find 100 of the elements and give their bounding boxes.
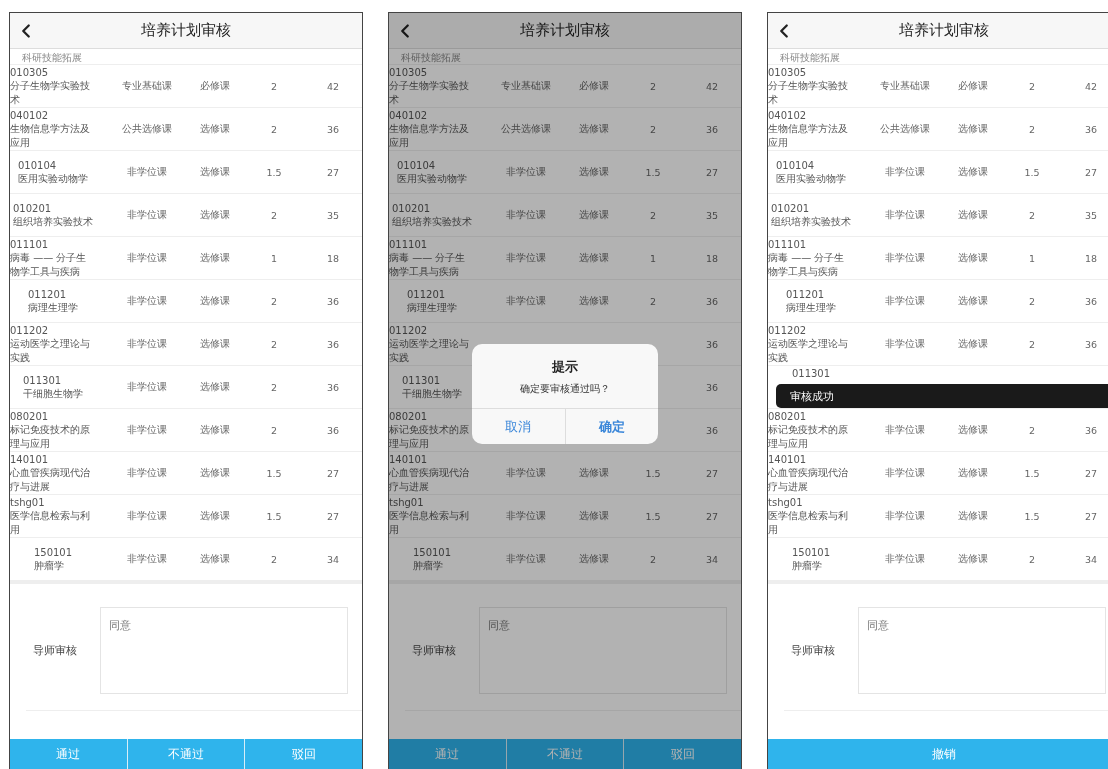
credits-cell-text: 1 bbox=[648, 252, 657, 264]
course-category-cell-text: 必修课 bbox=[199, 79, 231, 93]
credits-cell-text: 1 bbox=[269, 252, 278, 264]
hours-cell-text: 18 bbox=[704, 252, 720, 264]
course-category-cell-text: 选修课 bbox=[199, 423, 231, 437]
credits-cell-text: 2 bbox=[1027, 424, 1036, 436]
hours-cell-text: 34 bbox=[325, 553, 341, 565]
course-name-cell-text: 010104 医用实验动物学 bbox=[18, 158, 88, 186]
credits-cell-text: 1.5 bbox=[644, 166, 662, 178]
course-name-cell-text: 010305 分子生物学实验技术 bbox=[10, 66, 91, 107]
toast-message: 审核成功 bbox=[776, 384, 1108, 408]
credits-cell-text: 2 bbox=[648, 553, 657, 565]
course-category-cell-text: 选修课 bbox=[199, 251, 231, 265]
course-type-cell-text: 非学位课 bbox=[505, 466, 547, 480]
course-category-cell-text: 选修课 bbox=[199, 466, 231, 480]
course-type-cell-text: 非学位课 bbox=[884, 208, 926, 222]
hours-cell-text: 27 bbox=[325, 467, 341, 479]
course-name-cell-text: 011301 干细胞生物学 bbox=[402, 373, 462, 401]
hours-cell-text: 27 bbox=[704, 510, 720, 522]
comment-field[interactable]: 同意 bbox=[100, 607, 348, 694]
credits-cell-text: 1.5 bbox=[265, 467, 283, 479]
course-category-cell-text: 选修课 bbox=[957, 165, 989, 179]
credits-cell-text: 2 bbox=[1027, 123, 1036, 135]
course-name-cell-text: 080201 标记免疫技术的原理与应用 bbox=[768, 410, 849, 451]
course-type-cell-text: 专业基础课 bbox=[500, 79, 552, 93]
comment-field[interactable]: 同意 bbox=[479, 607, 727, 694]
course-type-cell-text: 非学位课 bbox=[884, 552, 926, 566]
course-name-cell-text: 150101 肿瘤学 bbox=[33, 545, 73, 573]
course-category-cell-text: 选修课 bbox=[199, 165, 231, 179]
course-type-cell-text: 专业基础课 bbox=[121, 79, 173, 93]
hours-cell-text: 36 bbox=[325, 123, 341, 135]
course-type-cell-text: 非学位课 bbox=[126, 208, 168, 222]
hours-cell-text: 36 bbox=[1083, 338, 1099, 350]
credits-cell-text: 2 bbox=[648, 295, 657, 307]
hours-cell-text: 36 bbox=[704, 381, 720, 393]
course-name-cell-text: tshg01 医学信息检索与利用 bbox=[10, 496, 91, 537]
course-type-cell-text: 非学位课 bbox=[126, 251, 168, 265]
course-name-cell-text: 011101 病毒 —— 分子生物学工具与疾病 bbox=[768, 238, 846, 279]
course-name-cell-text: 080201 标记免疫技术的原理与应用 bbox=[10, 410, 91, 451]
course-name-cell-text: 140101 心血管疾病现代治疗与进展 bbox=[389, 453, 470, 494]
review-label: 导师审核 bbox=[790, 643, 836, 658]
course-name-cell-text: 011301 bbox=[791, 367, 831, 381]
comment-field[interactable]: 同意 bbox=[858, 607, 1106, 694]
course-name-cell-text: 040102 生物信息学方法及应用 bbox=[389, 109, 470, 150]
course-category-cell-text: 选修课 bbox=[957, 251, 989, 265]
hours-cell-text: 27 bbox=[1083, 166, 1099, 178]
credits-cell-text: 2 bbox=[269, 381, 278, 393]
course-name-cell-text: 040102 生物信息学方法及应用 bbox=[10, 109, 91, 150]
course-name-cell-text: tshg01 医学信息检索与利用 bbox=[768, 496, 849, 537]
course-category-cell-text: 选修课 bbox=[578, 165, 610, 179]
hours-cell-text: 36 bbox=[1083, 123, 1099, 135]
course-name-cell-text: 011101 病毒 —— 分子生物学工具与疾病 bbox=[389, 238, 467, 279]
course-type-cell-text: 非学位课 bbox=[505, 208, 547, 222]
course-name-cell-text: 011202 运动医学之理论与实践 bbox=[389, 324, 470, 365]
hours-cell-text: 36 bbox=[704, 338, 720, 350]
credits-cell-text: 1.5 bbox=[1023, 166, 1041, 178]
credits-cell-text: 1.5 bbox=[644, 510, 662, 522]
review-label: 导师审核 bbox=[32, 643, 78, 658]
course-type-cell-text: 非学位课 bbox=[884, 509, 926, 523]
course-category-cell-text: 选修课 bbox=[957, 509, 989, 523]
course-category-cell-text: 选修课 bbox=[199, 294, 231, 308]
course-category-cell-text: 选修课 bbox=[957, 552, 989, 566]
credits-cell-text: 2 bbox=[269, 209, 278, 221]
dialog-button[interactable]: 确定 bbox=[564, 409, 658, 444]
course-name-cell-text: 150101 肿瘤学 bbox=[412, 545, 452, 573]
credits-cell-text: 2 bbox=[1027, 338, 1036, 350]
course-category-cell-text: 选修课 bbox=[199, 208, 231, 222]
course-name-cell-text: 010201 组织培养实验技术 bbox=[392, 201, 472, 229]
course-category-cell-text: 选修课 bbox=[957, 466, 989, 480]
course-name-cell-text: 011201 病理生理学 bbox=[786, 287, 836, 315]
hours-cell-text: 27 bbox=[325, 166, 341, 178]
course-type-cell-text: 非学位课 bbox=[126, 294, 168, 308]
course-name-cell-text: 011101 病毒 —— 分子生物学工具与疾病 bbox=[10, 238, 88, 279]
hours-cell-text: 34 bbox=[1083, 553, 1099, 565]
dialog-button[interactable]: 取消 bbox=[472, 409, 565, 444]
hours-cell-text: 18 bbox=[325, 252, 341, 264]
course-name-cell-text: 010305 分子生物学实验技术 bbox=[768, 66, 849, 107]
course-type-cell-text: 公共选修课 bbox=[879, 122, 931, 136]
course-type-cell-text: 公共选修课 bbox=[121, 122, 173, 136]
course-category-cell-text: 选修课 bbox=[199, 509, 231, 523]
course-type-cell-text: 非学位课 bbox=[126, 509, 168, 523]
course-category-cell-text: 选修课 bbox=[957, 294, 989, 308]
course-type-cell-text: 非学位课 bbox=[505, 509, 547, 523]
review-label: 导师审核 bbox=[411, 643, 457, 658]
hours-cell-text: 36 bbox=[325, 381, 341, 393]
course-name-cell-text: 010305 分子生物学实验技术 bbox=[389, 66, 470, 107]
course-category-cell-text: 选修课 bbox=[199, 552, 231, 566]
credits-cell-text: 2 bbox=[269, 424, 278, 436]
course-name-cell-text: 011202 运动医学之理论与实践 bbox=[10, 324, 91, 365]
hours-cell-text: 36 bbox=[325, 424, 341, 436]
credits-cell-text: 2 bbox=[648, 123, 657, 135]
credits-cell-text: 2 bbox=[269, 295, 278, 307]
course-type-cell-text: 非学位课 bbox=[505, 165, 547, 179]
course-name-cell-text: 011201 病理生理学 bbox=[28, 287, 78, 315]
course-type-cell-text: 公共选修课 bbox=[500, 122, 552, 136]
course-name-cell-text: 011301 干细胞生物学 bbox=[23, 373, 83, 401]
course-group-label: 科研技能拓展 bbox=[780, 52, 840, 64]
hours-cell-text: 42 bbox=[325, 80, 341, 92]
course-category-cell-text: 选修课 bbox=[578, 251, 610, 265]
hours-cell-text: 27 bbox=[325, 510, 341, 522]
